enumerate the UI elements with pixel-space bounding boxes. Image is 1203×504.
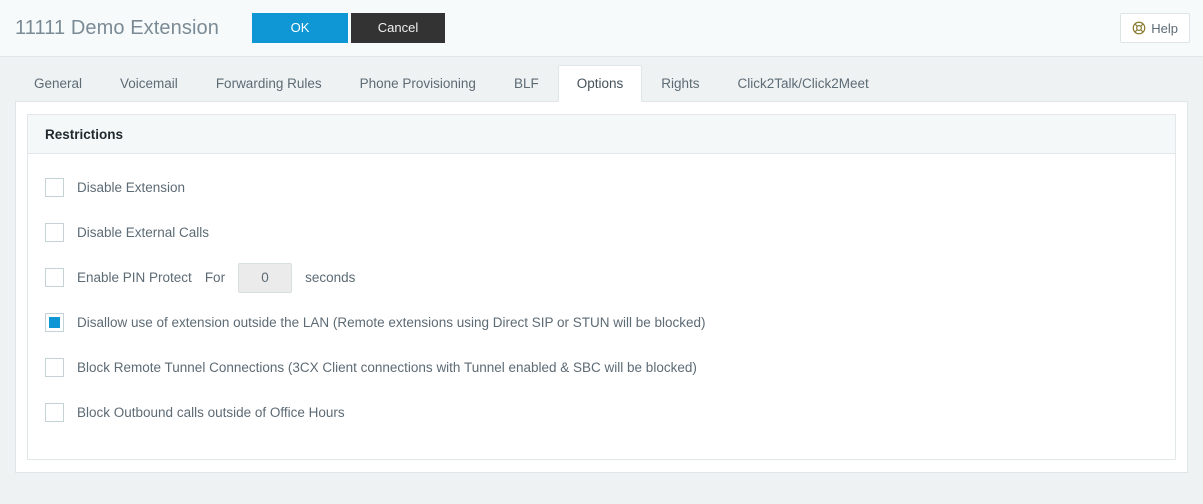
checkbox-disallow-use-of[interactable] (45, 313, 64, 332)
option-label: Disable External Calls (77, 225, 210, 240)
checkbox-disable-external-calls[interactable] (45, 223, 64, 242)
checkbox-block-outbound-calls[interactable] (45, 403, 64, 422)
option-row: Disable External Calls (45, 221, 1175, 244)
restrictions-card: Restrictions Disable Extension Disable Ex… (27, 114, 1176, 460)
option-label: Disable Extension (77, 180, 186, 195)
tab-general[interactable]: General (15, 65, 101, 101)
restrictions-card-header: Restrictions (28, 115, 1175, 154)
option-row: Block Outbound calls outside of Office H… (45, 401, 1175, 424)
checkbox-block-remote-tunnel[interactable] (45, 358, 64, 377)
ok-button[interactable]: OK (251, 13, 348, 43)
checkbox-mark-icon (49, 317, 60, 328)
restrictions-options-list: Disable Extension Disable External Calls E… (28, 154, 1175, 424)
pin-seconds-label: seconds (305, 270, 356, 285)
checkbox-enable-pin-protect[interactable] (45, 268, 64, 287)
option-row: Enable PIN Protect For seconds (45, 262, 1175, 293)
tab-voicemail[interactable]: Voicemail (101, 65, 197, 101)
option-label: Block Remote Tunnel Connections (3CX Cli… (77, 360, 697, 375)
tab-blf[interactable]: BLF (495, 65, 558, 101)
tab-list: General Voicemail Forwarding Rules Phone Pr… (15, 57, 1188, 102)
pin-for-label: For (204, 270, 226, 285)
help-button[interactable]: Help (1120, 13, 1190, 43)
title-action-buttons: OK Cancel (251, 13, 445, 43)
pin-timeout-input[interactable] (238, 262, 293, 293)
tab-forwarding-rules[interactable]: Forwarding Rules (197, 65, 341, 101)
page-title: 11111 Demo Extension (15, 16, 219, 39)
tab-bar: General Voicemail Forwarding Rules Phone Pr… (0, 57, 1203, 102)
option-row: Block Remote Tunnel Connections (3CX Cli… (45, 356, 1175, 379)
tab-options[interactable]: Options (557, 65, 643, 102)
top-bar: 11111 Demo Extension OK Cancel Help (0, 0, 1203, 57)
tab-phone-provisioning[interactable]: Phone Provisioning (341, 65, 495, 101)
checkbox-disable-extension[interactable] (45, 178, 64, 197)
lifebuoy-icon (1132, 21, 1146, 35)
restrictions-title: Restrictions (45, 126, 124, 142)
tab-rights[interactable]: Rights (642, 65, 718, 101)
option-label: Enable PIN Protect (77, 270, 192, 285)
option-row: Disallow use of extension outside the LA… (45, 311, 1175, 334)
option-label: Disallow use of extension outside the LA… (77, 315, 706, 330)
help-button-label: Help (1151, 20, 1178, 36)
tab-click2talk-click2meet[interactable]: Click2Talk/Click2Meet (719, 65, 888, 101)
option-row: Disable Extension (45, 176, 1175, 199)
option-label: Block Outbound calls outside of Office H… (77, 405, 345, 420)
options-tab-panel: Restrictions Disable Extension Disable Ex… (15, 101, 1188, 473)
cancel-button[interactable]: Cancel (350, 13, 445, 43)
